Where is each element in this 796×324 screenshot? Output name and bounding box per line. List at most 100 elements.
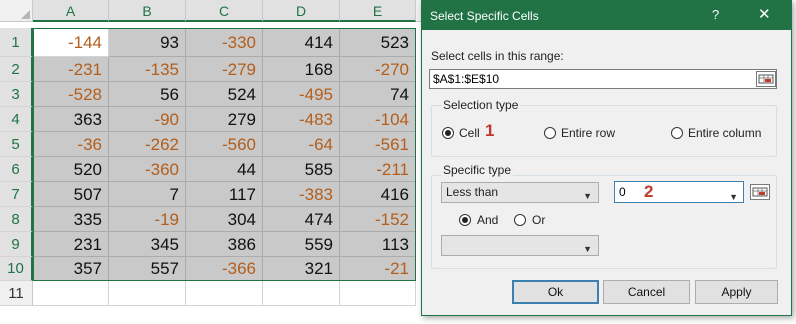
cell-b4[interactable]: -90 [109,107,186,132]
row-header-8[interactable]: 8 [0,207,33,232]
cell-d3[interactable]: -495 [263,82,340,107]
row-header-11[interactable]: 11 [0,281,33,306]
radio-cell[interactable] [442,127,454,139]
cell-c7[interactable]: 117 [186,182,263,207]
cell-a5[interactable]: -36 [33,132,109,157]
cell-b6[interactable]: -360 [109,157,186,182]
radio-entire-column[interactable] [671,127,683,139]
cell-c9[interactable]: 386 [186,232,263,257]
cell-c2[interactable]: -279 [186,57,263,82]
cell-d4[interactable]: -483 [263,107,340,132]
select-all-corner[interactable] [0,0,33,22]
radio-entire-row[interactable] [544,127,556,139]
cell-d10[interactable]: 321 [263,257,340,281]
row-header-1[interactable]: 1 [0,28,33,57]
radio-or[interactable] [514,214,526,226]
cell-b3[interactable]: 56 [109,82,186,107]
cell-b2[interactable]: -135 [109,57,186,82]
cell-c4[interactable]: 279 [186,107,263,132]
selection-type-label: Selection type [441,98,521,112]
specific-type-label: Specific type [441,163,514,177]
condition-1-select[interactable]: Less than ▼ [441,182,599,203]
cell-b1[interactable]: 93 [109,28,186,57]
cell-e7[interactable]: 416 [340,182,416,207]
column-header-c[interactable]: C [186,0,263,22]
radio-or-label: Or [532,213,546,227]
cell-e8[interactable]: -152 [340,207,416,232]
cell-c11[interactable] [186,281,263,306]
row-header-7[interactable]: 7 [0,182,33,207]
help-button[interactable]: ? [712,7,719,22]
cell-a11[interactable] [33,281,109,306]
select-specific-cells-dialog: Select Specific Cells ? ✕ Select cells i… [421,0,792,316]
dialog-titlebar[interactable]: Select Specific Cells ? ✕ [422,1,791,30]
cell-b5[interactable]: -262 [109,132,186,157]
cell-d8[interactable]: 474 [263,207,340,232]
cell-c10[interactable]: -366 [186,257,263,281]
cell-e4[interactable]: -104 [340,107,416,132]
radio-and-label: And [477,213,499,227]
cell-b11[interactable] [109,281,186,306]
row-header-3[interactable]: 3 [0,82,33,107]
cell-a4[interactable]: 363 [33,107,109,132]
close-icon[interactable]: ✕ [758,5,771,23]
cell-d1[interactable]: 414 [263,28,340,57]
cell-e11[interactable] [340,281,416,306]
condition-2-select[interactable]: ▼ [441,235,599,256]
cell-a6[interactable]: 520 [33,157,109,182]
row-header-2[interactable]: 2 [0,57,33,82]
cell-d7[interactable]: -383 [263,182,340,207]
chevron-down-icon: ▼ [583,191,592,201]
cell-a9[interactable]: 231 [33,232,109,257]
cell-e1[interactable]: 523 [340,28,416,57]
range-picker-icon[interactable] [756,71,776,87]
cell-e9[interactable]: 113 [340,232,416,257]
cell-a8[interactable]: 335 [33,207,109,232]
range-input[interactable]: $A$1:$E$10 [429,69,777,89]
cell-e5[interactable]: -561 [340,132,416,157]
cell-d6[interactable]: 585 [263,157,340,182]
cell-b8[interactable]: -19 [109,207,186,232]
row-header-4[interactable]: 4 [0,107,33,132]
range-label: Select cells in this range: [431,49,564,63]
step-badge-1: 1 [485,121,495,140]
cell-b10[interactable]: 557 [109,257,186,281]
cell-d5[interactable]: -64 [263,132,340,157]
value-1-input[interactable]: 0 ▼ [614,181,744,203]
radio-and[interactable] [459,214,471,226]
cell-a1[interactable]: -144 [33,28,109,57]
ok-button[interactable]: Ok [512,280,599,304]
cell-b9[interactable]: 345 [109,232,186,257]
column-header-e[interactable]: E [340,0,416,22]
spreadsheet: ABCDE 1 2 3 4 5 6 7 8 9 10 11 -144 93 -330 414 523 -231… [0,0,430,324]
column-header-d[interactable]: D [263,0,340,22]
cell-e3[interactable]: 74 [340,82,416,107]
condition-1-value: Less than [446,185,499,199]
row-header-10[interactable]: 10 [0,257,33,281]
cell-e2[interactable]: -270 [340,57,416,82]
row-header-9[interactable]: 9 [0,232,33,257]
cell-e6[interactable]: -211 [340,157,416,182]
cancel-button[interactable]: Cancel [603,280,690,304]
cell-a10[interactable]: 357 [33,257,109,281]
apply-button[interactable]: Apply [695,280,778,304]
column-header-b[interactable]: B [109,0,186,22]
row-header-6[interactable]: 6 [0,157,33,182]
cell-d2[interactable]: 168 [263,57,340,82]
cell-c1[interactable]: -330 [186,28,263,57]
cell-c6[interactable]: 44 [186,157,263,182]
cell-c3[interactable]: 524 [186,82,263,107]
cell-c8[interactable]: 304 [186,207,263,232]
cell-b7[interactable]: 7 [109,182,186,207]
cell-c5[interactable]: -560 [186,132,263,157]
row-header-5[interactable]: 5 [0,132,33,157]
cell-d9[interactable]: 559 [263,232,340,257]
cell-e10[interactable]: -21 [340,257,416,281]
cell-a2[interactable]: -231 [33,57,109,82]
cell-a3[interactable]: -528 [33,82,109,107]
value-picker-icon[interactable] [750,184,770,200]
select-all-triangle-icon [21,10,30,19]
column-header-a[interactable]: A [33,0,109,22]
cell-d11[interactable] [263,281,340,306]
cell-a7[interactable]: 507 [33,182,109,207]
